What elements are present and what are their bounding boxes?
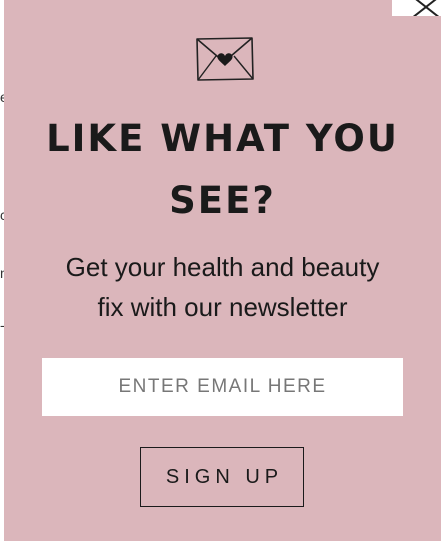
popup-headline: LIKE WHAT YOU SEE? (4, 108, 441, 232)
subtitle-line: fix with our newsletter (97, 292, 348, 322)
popup-subtitle: Get your health and beauty fix with our … (4, 247, 441, 327)
close-icon[interactable] (406, 0, 441, 16)
newsletter-popup: LIKE WHAT YOU SEE? Get your health and b… (4, 0, 441, 541)
envelope-heart-icon (196, 37, 254, 81)
headline-line: SEE? (169, 179, 276, 222)
email-field[interactable] (42, 358, 403, 416)
close-button[interactable] (392, 0, 441, 16)
subtitle-line: Get your health and beauty (65, 252, 380, 282)
headline-line: LIKE WHAT YOU (46, 117, 399, 160)
signup-button[interactable]: SIGN UP (140, 447, 304, 507)
